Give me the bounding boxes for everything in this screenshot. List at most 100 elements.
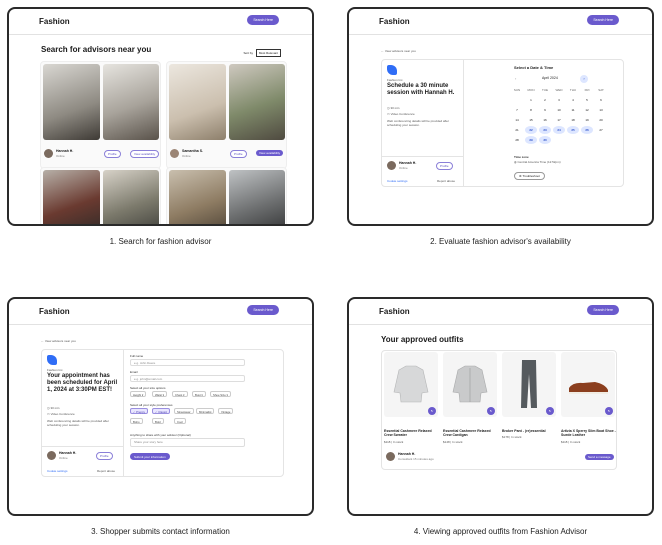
top-nav: Fashion Search Here [9, 9, 312, 35]
calendar-day: 3 [558, 98, 560, 102]
timezone-select[interactable]: ◍ Central America Time (12:52pm) [514, 160, 561, 164]
brand-logo[interactable]: Fashion [379, 307, 410, 316]
product-image[interactable]: ↻ [561, 352, 615, 417]
sort-select[interactable]: Most Relevant [255, 49, 281, 57]
style-chip[interactable]: Vintage [218, 408, 234, 414]
calendar-day: 1 [530, 98, 532, 102]
calendar-day[interactable]: 22 [525, 126, 537, 134]
cookie-settings-link[interactable]: Cookie settings [47, 469, 68, 473]
advisor-card [40, 167, 161, 224]
send-message-button[interactable]: Send a message [585, 454, 614, 460]
product-name[interactable]: Artizia X Sperry Slim Boat Shoe - Suede … [561, 429, 617, 437]
advisor-location: Online [399, 166, 408, 170]
troubleshoot-label: Troubleshoot [522, 174, 540, 178]
confirmation-title: Your appointment has been scheduled for … [47, 373, 118, 394]
next-month-icon[interactable]: › [580, 75, 588, 83]
weekday-label: FRI [584, 88, 590, 92]
size-select[interactable]: Chest ▾ [172, 391, 188, 397]
view-availability-button[interactable]: View availability [256, 150, 284, 156]
meeting-value: Video Conference [390, 112, 415, 116]
advisor-card: Hannah H. Online Profile View availabili… [40, 61, 161, 169]
profile-button[interactable]: Profile [104, 150, 121, 158]
calendar-day[interactable]: 26 [581, 126, 593, 134]
add-icon[interactable]: ↻ [546, 407, 554, 415]
profile-button[interactable]: Profile [436, 162, 453, 170]
advisor-name[interactable]: Samantha S. [182, 149, 203, 153]
caption-step-3: 3. Shopper submits contact information [91, 527, 230, 536]
calendar-blank [511, 96, 523, 104]
product-image[interactable]: ↻ [502, 352, 556, 417]
panel-approved-outfits: Fashion Search Here Your approved outfit… [347, 297, 654, 516]
report-abuse-link[interactable]: Report abuse [97, 469, 115, 473]
advisor-location: Online [182, 154, 191, 158]
view-availability-button[interactable]: View availability [130, 150, 160, 158]
calendar-day: 18 [571, 118, 575, 122]
back-link[interactable]: ← View advisors near you [41, 339, 76, 343]
style-chip[interactable]: Boho [130, 418, 143, 424]
back-link[interactable]: ← View advisors near you [381, 49, 416, 53]
size-select[interactable]: Waist ▾ [152, 391, 168, 397]
caption-step-1: 1. Search for fashion advisor [109, 237, 212, 246]
profile-button[interactable]: Profile [230, 150, 247, 158]
calendar-day[interactable]: 25 [567, 126, 579, 134]
calendar-day: 5 [586, 98, 588, 102]
product-image[interactable]: ↻ [384, 352, 438, 417]
advisor-card [166, 167, 287, 224]
report-abuse-link[interactable]: Report abuse [437, 179, 455, 183]
product-price: $118 | In stock [384, 440, 404, 444]
advisor-photo [229, 64, 285, 140]
product-name[interactable]: Essential Cashmere Relaxed Crew Sweater [384, 429, 440, 437]
size-select[interactable]: Bust ▾ [192, 391, 206, 397]
style-chip[interactable]: ✓ Preppy [130, 408, 148, 414]
add-icon[interactable]: ↻ [428, 407, 436, 415]
add-icon[interactable]: ↻ [487, 407, 495, 415]
company-name: Fashion Inc. [387, 78, 404, 82]
search-here-button[interactable]: Search Here [247, 15, 279, 25]
calendar-day: 16 [543, 118, 547, 122]
search-here-button[interactable]: Search Here [247, 305, 279, 315]
calendar-day[interactable]: 30 [539, 136, 551, 144]
add-icon[interactable]: ↻ [605, 407, 613, 415]
full-name-input[interactable]: e.g. John Deere [130, 359, 245, 366]
calendar-day: 12 [585, 108, 589, 112]
size-select[interactable]: Shoe Size ▾ [210, 391, 231, 397]
search-here-button[interactable]: Search Here [587, 15, 619, 25]
calendar-day[interactable]: 24 [553, 126, 565, 134]
page-title: Your approved outfits [381, 335, 464, 344]
prev-month-icon[interactable]: ‹ [515, 76, 516, 81]
size-select[interactable]: Height ▾ [130, 391, 147, 397]
weekday-label: TUE [542, 88, 548, 92]
submit-button[interactable]: Submit your information [130, 453, 170, 460]
product-image[interactable]: ↻ [443, 352, 497, 417]
brand-logo[interactable]: Fashion [379, 17, 410, 26]
notes-textarea[interactable]: Share your story here [130, 438, 245, 447]
advisor-name: Hannah H. [398, 452, 416, 456]
duration-value: 30 min [50, 406, 60, 410]
calendar-day: 15 [529, 118, 533, 122]
calendar-day: 27 [599, 128, 603, 132]
cookie-settings-link[interactable]: Cookie settings [387, 179, 408, 183]
style-chip[interactable]: Bold [152, 418, 164, 424]
email-input[interactable]: e.g. john@email.com [130, 375, 245, 382]
product-price: $148 | In stock [443, 440, 463, 444]
advisor-name[interactable]: Hannah H. [56, 149, 73, 153]
product-name[interactable]: Essential Cashmere Relaxed Crew Cardigan [443, 429, 499, 437]
month-label: April 2024 [542, 76, 558, 80]
calendar-day[interactable]: 23 [539, 126, 551, 134]
style-chip[interactable]: Streetwear [174, 408, 194, 414]
profile-button[interactable]: Profile [96, 452, 113, 460]
calendar-day: 17 [557, 118, 561, 122]
style-chip[interactable]: Cool [174, 418, 186, 424]
avatar [170, 149, 179, 158]
calendar-day[interactable]: 29 [525, 136, 537, 144]
style-chip[interactable]: ✓ Classic [152, 408, 171, 414]
style-chip[interactable]: Minimalist [196, 408, 215, 414]
search-here-button[interactable]: Search Here [587, 305, 619, 315]
calendar-day: 28 [515, 138, 519, 142]
brand-logo[interactable]: Fashion [39, 307, 70, 316]
brand-logo[interactable]: Fashion [39, 17, 70, 26]
troubleshoot-button[interactable]: ⚙ Troubleshoot [514, 172, 545, 180]
advisor-name: Hannah H. [59, 451, 77, 455]
product-name[interactable]: Broker Pant - (re)essential [502, 429, 558, 433]
advisor-photo [103, 64, 159, 140]
